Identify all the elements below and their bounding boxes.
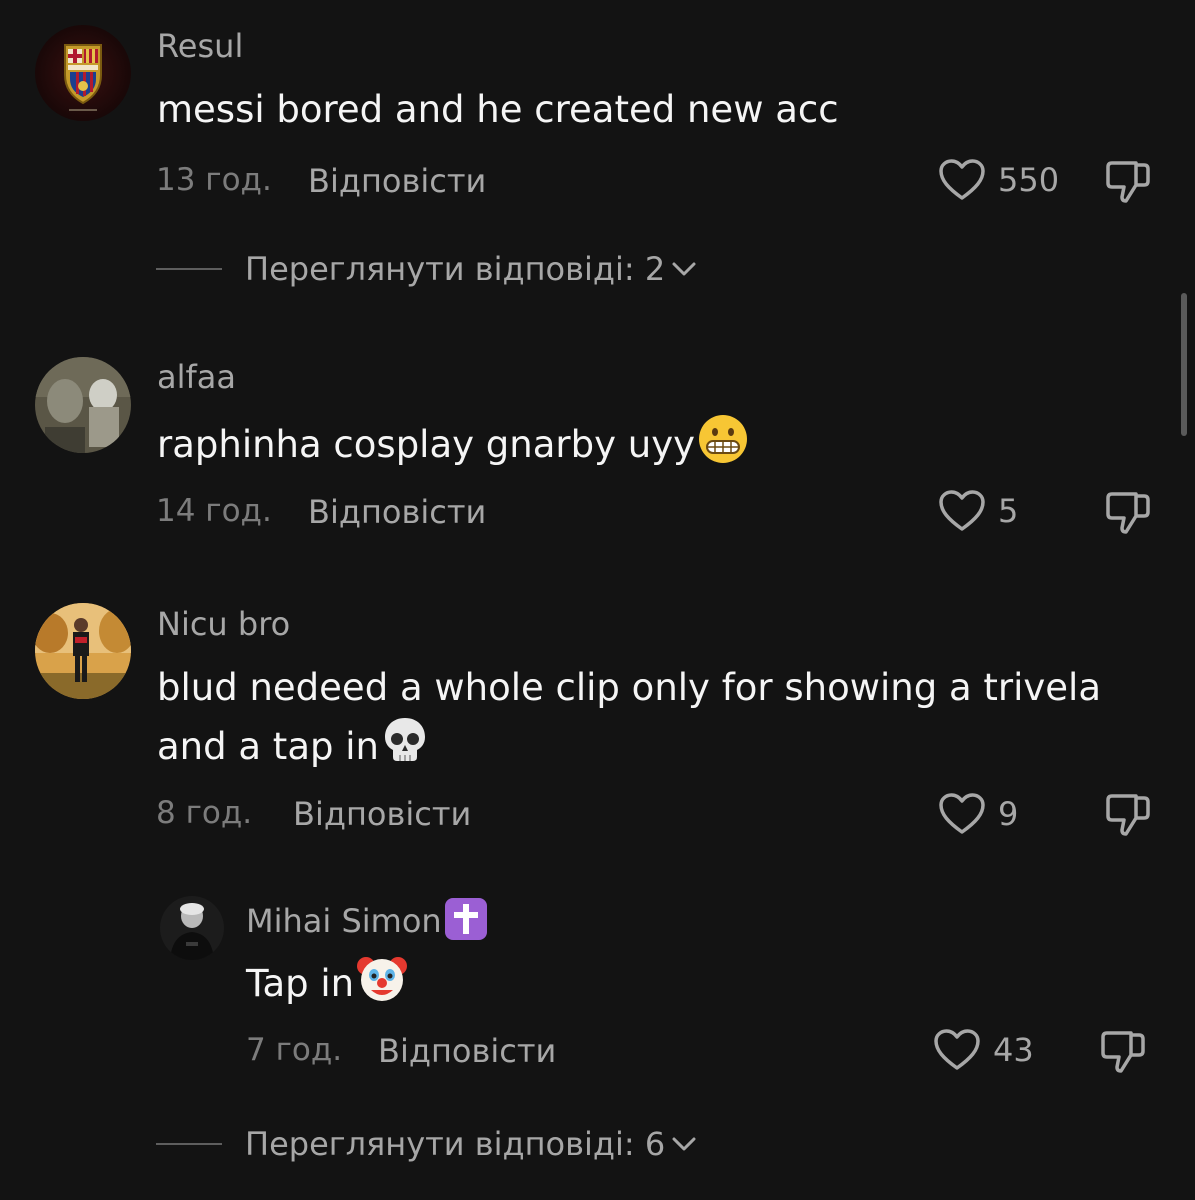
reply-button[interactable]: Відповісти — [293, 795, 471, 833]
heart-icon — [939, 793, 985, 834]
reply-time: 7 год. — [246, 1032, 343, 1068]
dislike-button[interactable] — [1104, 488, 1152, 542]
comment-text: messi bored and he created new acc — [157, 88, 839, 131]
comment-time: 14 год. — [156, 493, 272, 529]
reply-button[interactable]: Відповісти — [308, 493, 486, 531]
skull-emoji-icon — [384, 718, 425, 761]
reply-text: Tap in — [246, 952, 408, 1011]
comment-text-content: blud nedeed a whole clip only for showin… — [157, 666, 1101, 768]
heart-icon — [939, 159, 985, 200]
clown-face-emoji-icon — [357, 957, 408, 1001]
thumbs-down-icon — [1106, 161, 1150, 203]
comment-text: raphinha cosplay gnarby uyy — [157, 413, 749, 472]
dislike-button[interactable] — [1104, 790, 1152, 844]
user-photo-icon — [35, 357, 131, 453]
reply-username-text: Mihai Simon — [246, 902, 442, 940]
reply-text-content: Tap in — [246, 962, 355, 1005]
comment-username[interactable]: alfaa — [157, 358, 236, 396]
comment-username[interactable]: Nicu bro — [157, 605, 290, 643]
divider-line — [156, 1143, 222, 1145]
thumbs-down-icon — [1101, 1031, 1145, 1073]
avatar[interactable] — [35, 357, 131, 453]
reply-username[interactable]: Mihai Simon — [246, 897, 489, 941]
heart-icon — [939, 490, 985, 531]
like-button[interactable]: 5 — [938, 489, 1018, 533]
dislike-button[interactable] — [1104, 157, 1152, 211]
like-count: 43 — [993, 1031, 1034, 1069]
chevron-down-icon — [672, 262, 696, 276]
avatar[interactable] — [35, 603, 131, 699]
like-count: 9 — [998, 795, 1019, 833]
like-button[interactable]: 43 — [933, 1028, 1034, 1072]
view-replies-button[interactable]: Переглянути відповіді: 2 — [156, 250, 697, 288]
avatar[interactable] — [160, 896, 224, 960]
barcelona-crest-icon — [35, 25, 131, 121]
dislike-button[interactable] — [1099, 1027, 1147, 1081]
comment-time: 13 год. — [156, 162, 272, 198]
thumbs-down-icon — [1106, 492, 1150, 534]
reply-button[interactable]: Відповісти — [378, 1032, 556, 1070]
comment-text-content: raphinha cosplay gnarby uyy — [157, 423, 695, 466]
reply-button[interactable]: Відповісти — [308, 162, 486, 200]
divider-line — [156, 268, 222, 270]
grimacing-face-emoji-icon — [699, 415, 747, 463]
like-button[interactable]: 550 — [938, 158, 1059, 202]
view-replies-button[interactable]: Переглянути відповіді: 6 — [156, 1125, 697, 1163]
user-photo-icon — [160, 896, 224, 960]
scrollbar[interactable] — [1181, 293, 1187, 436]
like-button[interactable]: 9 — [938, 792, 1018, 836]
chevron-down-icon — [672, 1137, 696, 1151]
like-count: 550 — [998, 161, 1060, 199]
comment-time: 8 год. — [156, 795, 253, 831]
comment-username[interactable]: Resul — [157, 27, 243, 65]
latin-cross-emoji-icon — [444, 898, 487, 940]
avatar[interactable] — [35, 25, 131, 121]
thumbs-down-icon — [1106, 794, 1150, 836]
user-photo-icon — [35, 603, 131, 699]
view-replies-label: Переглянути відповіді: 6 — [245, 1125, 666, 1163]
view-replies-label: Переглянути відповіді: 2 — [245, 250, 666, 288]
comment-text: blud nedeed a whole clip only for showin… — [157, 660, 1167, 774]
heart-icon — [934, 1029, 980, 1070]
like-count: 5 — [998, 492, 1019, 530]
